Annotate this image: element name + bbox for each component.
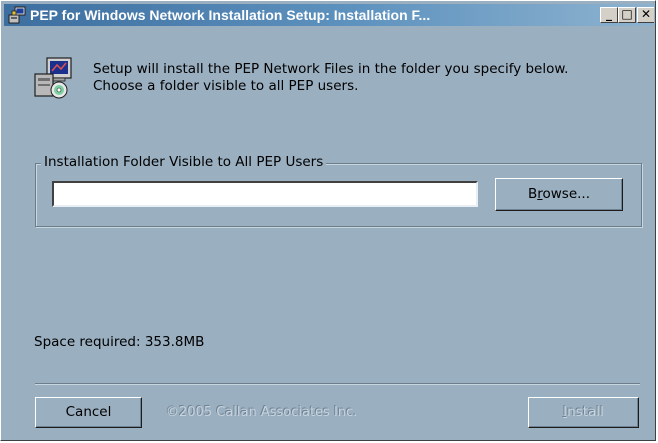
browse-label-rest: owse... <box>542 186 591 202</box>
setup-computer-icon <box>34 57 72 99</box>
copyright-text: ©2005 Callan Associates Inc. <box>166 405 358 420</box>
browse-button[interactable]: Browse... <box>495 178 623 211</box>
maximize-button[interactable]: □ <box>618 7 636 23</box>
install-label-rest: nstall <box>567 404 604 420</box>
close-button[interactable]: ✕ <box>637 7 654 23</box>
setup-window: PEP for Windows Network Installation Set… <box>0 0 656 441</box>
installer-icon <box>8 6 26 24</box>
title-bar[interactable]: PEP for Windows Network Installation Set… <box>4 4 654 26</box>
window-title: PEP for Windows Network Installation Set… <box>30 7 431 23</box>
cancel-button[interactable]: Cancel <box>35 397 142 428</box>
message-line-1: Setup will install the PEP Network Files… <box>93 61 569 77</box>
install-folder-input[interactable] <box>52 181 478 207</box>
space-required-text: Space required: 353.8MB <box>34 334 205 350</box>
footer-separator <box>35 383 640 385</box>
browse-label-part: B <box>527 186 538 202</box>
message-line-2: Choose a folder visible to all PEP users… <box>93 78 359 94</box>
setup-message: Setup will install the PEP Network Files… <box>93 61 633 95</box>
install-button[interactable]: Install <box>528 397 639 428</box>
minimize-button[interactable]: _ <box>600 7 618 23</box>
install-folder-group-label: Installation Folder Visible to All PEP U… <box>41 153 327 171</box>
